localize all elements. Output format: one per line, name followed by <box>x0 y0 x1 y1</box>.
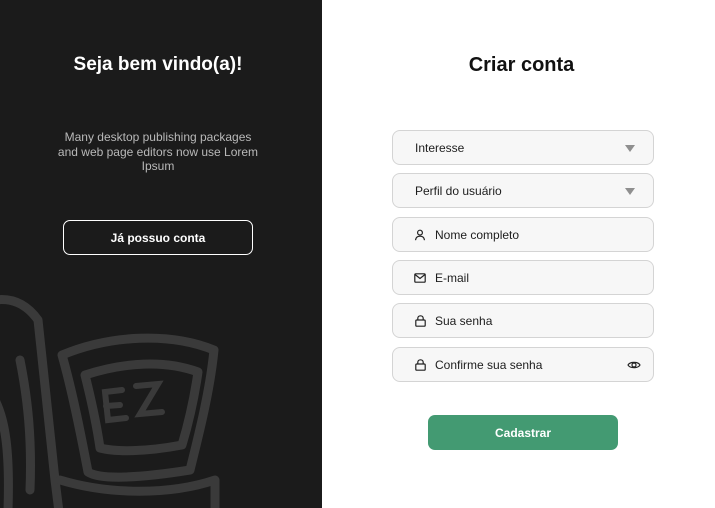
form-title: Criar conta <box>468 54 575 76</box>
signup-panel: Criar conta Interesse Perfil do usuário … <box>322 0 715 508</box>
email-field[interactable]: E-mail <box>392 260 654 295</box>
interest-select[interactable]: Interesse <box>392 130 654 165</box>
name-field[interactable]: Nome completo <box>392 217 654 252</box>
eye-icon[interactable] <box>627 358 641 372</box>
ez-logo-illustration <box>0 295 220 508</box>
lock-icon <box>413 358 427 372</box>
chevron-down-icon <box>625 145 635 152</box>
profile-select-label: Perfil do usuário <box>415 183 502 198</box>
email-field-label: E-mail <box>435 270 470 285</box>
lock-icon <box>413 314 427 328</box>
welcome-title: Seja bem vindo(a)! <box>73 54 243 75</box>
mail-icon <box>413 271 427 285</box>
chevron-down-icon <box>625 188 635 195</box>
password-field[interactable]: Sua senha <box>392 303 654 338</box>
welcome-description: Many desktop publishing packages and web… <box>57 130 259 173</box>
password-field-label: Sua senha <box>435 313 493 328</box>
profile-select[interactable]: Perfil do usuário <box>392 173 654 208</box>
user-icon <box>413 228 427 242</box>
confirm-password-field[interactable]: Confirme sua senha <box>392 347 654 382</box>
name-field-label: Nome completo <box>435 227 520 242</box>
confirm-password-field-label: Confirme sua senha <box>435 357 543 372</box>
welcome-panel: Seja bem vindo(a)! Many desktop publishi… <box>0 0 322 508</box>
submit-button[interactable]: Cadastrar <box>428 415 618 450</box>
interest-select-label: Interesse <box>415 140 465 155</box>
login-button[interactable]: Já possuo conta <box>63 220 253 255</box>
